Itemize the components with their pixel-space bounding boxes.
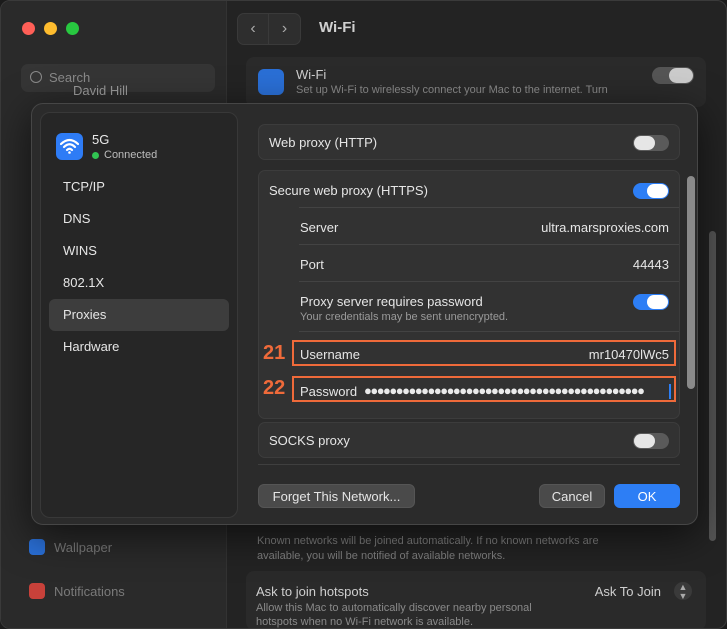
minimize-window-button[interactable] xyxy=(44,22,57,35)
network-name: 5G xyxy=(92,132,110,147)
sidebar-item-wallpaper[interactable]: Wallpaper xyxy=(29,539,112,555)
notifications-icon xyxy=(29,583,45,599)
username-highlight xyxy=(292,340,676,366)
footer-divider xyxy=(258,464,680,465)
socks-proxy-label: SOCKS proxy xyxy=(269,433,350,448)
dialog-nav: TCP/IP DNS WINS 802.1X Proxies Hardware xyxy=(49,171,229,363)
nav-item-8021x[interactable]: 802.1X xyxy=(49,267,229,299)
cancel-button[interactable]: Cancel xyxy=(539,484,605,508)
row-divider xyxy=(299,281,679,282)
network-details-dialog: 5G Connected TCP/IP DNS WINS 802.1X Prox… xyxy=(31,103,698,525)
zoom-window-button[interactable] xyxy=(66,22,79,35)
secure-proxy-toggle[interactable] xyxy=(633,183,669,199)
network-status-label: Connected xyxy=(104,149,158,161)
secure-proxy-label: Secure web proxy (HTTPS) xyxy=(269,183,428,198)
auth-note: Your credentials may be sent unencrypted… xyxy=(300,311,509,323)
password-marker: 22 xyxy=(263,377,286,399)
server-label: Server xyxy=(300,220,339,235)
web-proxy-label: Web proxy (HTTP) xyxy=(269,135,378,150)
nav-item-hardware[interactable]: Hardware xyxy=(49,331,229,363)
auth-toggle[interactable] xyxy=(633,294,669,310)
hotspot-value[interactable]: Ask To Join xyxy=(595,584,661,599)
wifi-icon xyxy=(258,69,284,95)
window-title: Wi-Fi xyxy=(319,19,356,36)
chevron-updown-icon[interactable]: ▲ ▼ xyxy=(674,582,692,601)
settings-scrollbar[interactable] xyxy=(709,231,716,541)
wallpaper-icon xyxy=(29,539,45,555)
port-label: Port xyxy=(300,257,324,272)
sidebar-item-label: Notifications xyxy=(54,583,125,599)
socks-proxy-toggle[interactable] xyxy=(633,433,669,449)
socks-proxy-card: SOCKS proxy xyxy=(258,422,680,458)
username-marker: 21 xyxy=(263,342,286,364)
wifi-card-description: Set up Wi-Fi to wirelessly connect your … xyxy=(296,84,608,96)
forward-button[interactable]: › xyxy=(269,13,301,45)
row-divider xyxy=(299,207,679,208)
password-highlight xyxy=(292,376,676,402)
proxies-content: Web proxy (HTTP) Secure web proxy (HTTPS… xyxy=(258,118,680,460)
wifi-card-title: Wi-Fi xyxy=(296,67,327,82)
dialog-scrollbar[interactable] xyxy=(687,176,695,389)
known-networks-note: Known networks will be joined automatica… xyxy=(257,535,599,562)
sidebar-item-label: Wallpaper xyxy=(54,539,113,555)
web-proxy-card: Web proxy (HTTP) xyxy=(258,124,680,160)
wifi-toggle[interactable] xyxy=(652,67,694,84)
wifi-card: Wi-Fi Set up Wi-Fi to wirelessly connect… xyxy=(246,57,706,107)
nav-item-wins[interactable]: WINS xyxy=(49,235,229,267)
ok-button[interactable]: OK xyxy=(614,484,680,508)
dialog-sidebar: 5G Connected TCP/IP DNS WINS 802.1X Prox… xyxy=(40,112,238,518)
nav-item-dns[interactable]: DNS xyxy=(49,203,229,235)
auth-label: Proxy server requires password xyxy=(300,294,483,309)
sidebar-item-notifications[interactable]: Notifications xyxy=(29,583,125,599)
search-icon xyxy=(30,71,42,83)
nav-item-tcpip[interactable]: TCP/IP xyxy=(49,171,229,203)
back-button[interactable]: ‹ xyxy=(237,13,269,45)
row-divider xyxy=(299,331,679,332)
port-field[interactable]: 44443 xyxy=(633,257,669,272)
web-proxy-toggle[interactable] xyxy=(633,135,669,151)
window-controls xyxy=(22,22,79,35)
close-window-button[interactable] xyxy=(22,22,35,35)
network-status: Connected xyxy=(92,149,157,161)
user-name: David Hill xyxy=(73,83,128,98)
nav-item-proxies[interactable]: Proxies xyxy=(49,299,229,331)
connected-dot-icon xyxy=(92,151,99,159)
server-field[interactable]: ultra.marsproxies.com xyxy=(541,220,669,235)
hotspot-title: Ask to join hotspots xyxy=(256,584,369,599)
history-nav: ‹ › xyxy=(237,13,301,45)
wifi-icon xyxy=(56,133,83,160)
hotspot-card: Ask to join hotspots Allow this Mac to a… xyxy=(246,571,706,628)
hotspot-description: Allow this Mac to automatically discover… xyxy=(256,602,532,628)
forget-network-button[interactable]: Forget This Network... xyxy=(258,484,415,508)
row-divider xyxy=(299,244,679,245)
